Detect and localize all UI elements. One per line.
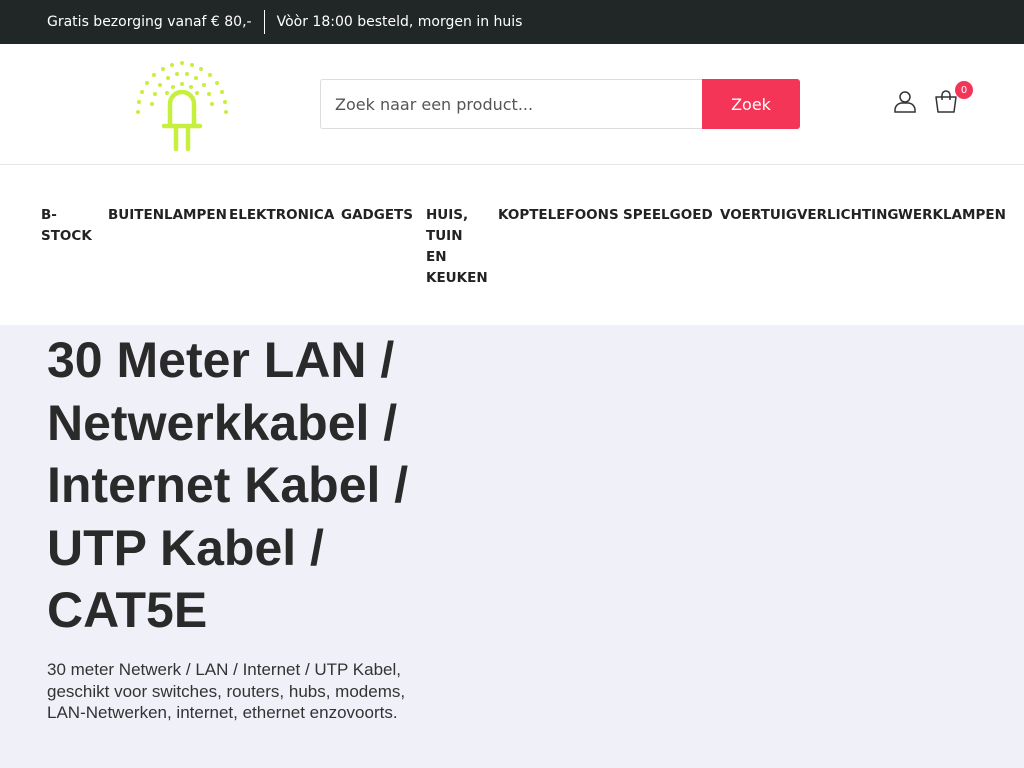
- product-title: 30 Meter LAN / Netwerkkabel / Internet K…: [47, 332, 409, 638]
- user-icon: [894, 91, 916, 113]
- nav-item-buitenlampen[interactable]: BUITENLAMPEN: [108, 205, 227, 226]
- search-bar: Zoek: [320, 79, 800, 129]
- nav-item-label: B- STOCK: [41, 207, 92, 244]
- product-description: 30 meter Netwerk / LAN / Internet / UTP …: [47, 660, 406, 723]
- nav-item-werklampen[interactable]: WERKLAMPEN: [898, 205, 1006, 226]
- nav-item-label: GADGETS: [341, 207, 413, 223]
- led-bulb-logo-icon: [136, 61, 228, 152]
- nav-item-voertuigverlichting[interactable]: VOERTUIGVERLICHTING: [720, 205, 898, 226]
- nav-item-label: BUITENLAMPEN: [108, 207, 227, 223]
- shopping-bag-icon: [935, 90, 957, 113]
- site-header: Zoek 0: [0, 44, 1024, 165]
- next-day-delivery-text: Vòòr 18:00 besteld, morgen in huis: [276, 14, 523, 30]
- nav-item-label: HUIS, TUIN EN KEUKEN: [426, 207, 488, 286]
- product-hero: 30 Meter LAN / Netwerkkabel / Internet K…: [0, 325, 1024, 768]
- logo[interactable]: [134, 58, 230, 154]
- nav-item-label: KOPTELEFOONS: [498, 207, 619, 223]
- main-navigation: B- STOCK BUITENLAMPEN ELEKTRONICA GADGET…: [0, 165, 1024, 325]
- cart-count-badge: 0: [955, 81, 973, 99]
- nav-item-label: VOERTUIGVERLICHTING: [720, 207, 899, 223]
- nav-item-huis-tuin-en-keuken[interactable]: HUIS, TUIN EN KEUKEN: [426, 205, 488, 289]
- top-bar: Gratis bezorging vanaf € 80,- Vòòr 18:00…: [0, 0, 1024, 44]
- search-button[interactable]: Zoek: [702, 79, 800, 129]
- nav-item-b-stock[interactable]: B- STOCK: [41, 205, 101, 247]
- nav-item-label: SPEELGOED: [623, 207, 713, 223]
- nav-item-gadgets[interactable]: GADGETS: [341, 205, 413, 226]
- free-shipping-text: Gratis bezorging vanaf € 80,-: [47, 14, 252, 30]
- nav-item-label: ELEKTRONICA: [229, 207, 335, 223]
- nav-item-label: WERKLAMPEN: [898, 207, 1006, 223]
- nav-item-koptelefoons[interactable]: KOPTELEFOONS: [498, 205, 619, 226]
- divider: [263, 10, 265, 34]
- account-button[interactable]: [893, 89, 917, 113]
- nav-item-speelgoed[interactable]: SPEELGOED: [623, 205, 713, 226]
- cart-button[interactable]: 0: [934, 81, 973, 118]
- search-input[interactable]: [320, 79, 702, 129]
- nav-item-elektronica[interactable]: ELEKTRONICA: [229, 205, 334, 226]
